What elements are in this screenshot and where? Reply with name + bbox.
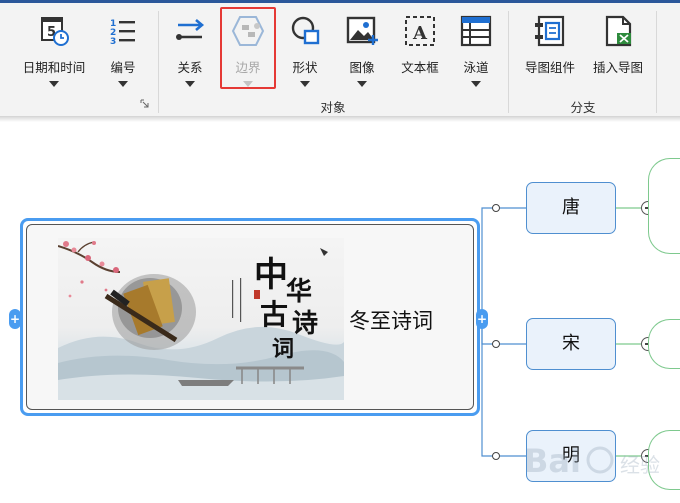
green-child-topic[interactable] bbox=[648, 158, 680, 254]
swimlane-label: 泳道 bbox=[463, 60, 489, 75]
swimlane-button[interactable]: 泳道 bbox=[452, 3, 500, 101]
calligraphy-char: 中 bbox=[254, 255, 288, 295]
insert-map-icon bbox=[605, 15, 632, 47]
object-group-label: 对象 bbox=[320, 100, 346, 115]
right-resize-handle[interactable]: + bbox=[476, 309, 488, 329]
svg-text:3: 3 bbox=[110, 37, 116, 47]
connector-dot[interactable] bbox=[492, 340, 500, 348]
shape-icon bbox=[291, 16, 320, 45]
chevron-down-icon[interactable] bbox=[49, 81, 59, 87]
relation-arrows-icon bbox=[176, 19, 205, 40]
numbered-list-icon: 1 2 3 bbox=[110, 19, 135, 47]
map-component-label: 导图组件 bbox=[524, 60, 575, 75]
mindmap-canvas[interactable]: 中 华 古 诗 词 冬至诗词 + + 唐 宋 明 Bai 经验 bbox=[0, 122, 680, 503]
baidu-watermark-logo: Bai 经验 bbox=[524, 442, 660, 480]
insert-map-label: 插入导图 bbox=[592, 60, 643, 75]
main-topic-label: 冬至诗词 bbox=[349, 309, 433, 333]
chevron-down-icon[interactable] bbox=[357, 81, 367, 87]
relation-label: 关系 bbox=[177, 60, 203, 75]
calligraphy-char: 词 bbox=[272, 336, 294, 362]
numbering-button[interactable]: 1 2 3 编号 bbox=[100, 3, 146, 101]
calendar-clock-icon: 5 bbox=[41, 17, 69, 46]
main-topic-inner: 中 华 古 诗 词 冬至诗词 bbox=[26, 224, 474, 410]
shape-button[interactable]: 形状 bbox=[282, 3, 328, 101]
ribbon-separator bbox=[656, 11, 657, 113]
swimlane-icon bbox=[460, 15, 492, 47]
main-topic[interactable]: 中 华 古 诗 词 冬至诗词 bbox=[20, 218, 480, 416]
image-button[interactable]: 图像 bbox=[338, 3, 386, 101]
svg-text:Bai: Bai bbox=[524, 442, 581, 480]
image-label: 图像 bbox=[349, 60, 375, 75]
textbox-label: 文本框 bbox=[401, 60, 439, 75]
connector-dot[interactable] bbox=[492, 452, 500, 460]
calligraphy-char: 诗 bbox=[292, 309, 318, 339]
left-resize-handle[interactable]: + bbox=[9, 309, 21, 329]
ribbon-toolbar: 5 日期和时间 1 2 3 编号 关系 边界 形状 图像 A 文本框 泳道 对象… bbox=[0, 3, 680, 117]
svg-text:经验: 经验 bbox=[620, 453, 660, 477]
ribbon-separator bbox=[508, 11, 509, 113]
textbox-icon: A bbox=[405, 16, 435, 46]
textbox-button[interactable]: A 文本框 bbox=[392, 3, 448, 101]
calligraphy-char: 古 bbox=[260, 298, 288, 331]
datetime-button[interactable]: 5 日期和时间 bbox=[14, 3, 94, 101]
image-icon bbox=[346, 16, 378, 45]
chinese-poetry-illustration: 中 华 古 诗 词 bbox=[58, 241, 344, 400]
shape-label: 形状 bbox=[292, 60, 318, 75]
highlight-box bbox=[220, 7, 276, 89]
chevron-down-icon[interactable] bbox=[185, 81, 195, 87]
map-component-button[interactable]: 导图组件 bbox=[516, 3, 584, 101]
relation-button[interactable]: 关系 bbox=[166, 3, 214, 101]
calligraphy-char: 华 bbox=[286, 276, 312, 307]
datetime-label: 日期和时间 bbox=[22, 60, 86, 75]
chevron-down-icon[interactable] bbox=[471, 81, 481, 87]
subtopic-tang[interactable]: 唐 bbox=[526, 182, 616, 234]
svg-text:A: A bbox=[412, 23, 428, 44]
insert-map-button[interactable]: 插入导图 bbox=[586, 3, 650, 101]
connector-dot[interactable] bbox=[492, 204, 500, 212]
numbering-label: 编号 bbox=[110, 60, 136, 75]
green-child-topic[interactable] bbox=[648, 319, 680, 369]
chevron-down-icon[interactable] bbox=[118, 81, 128, 87]
dialog-launcher-icon[interactable] bbox=[140, 99, 149, 108]
chevron-down-icon[interactable] bbox=[300, 81, 310, 87]
branch-group-label: 分支 bbox=[570, 100, 596, 115]
topic-image: 中 华 古 诗 词 bbox=[58, 238, 344, 400]
map-component-icon bbox=[535, 15, 565, 47]
subtopic-song[interactable]: 宋 bbox=[526, 318, 616, 370]
ribbon-separator bbox=[158, 11, 159, 113]
